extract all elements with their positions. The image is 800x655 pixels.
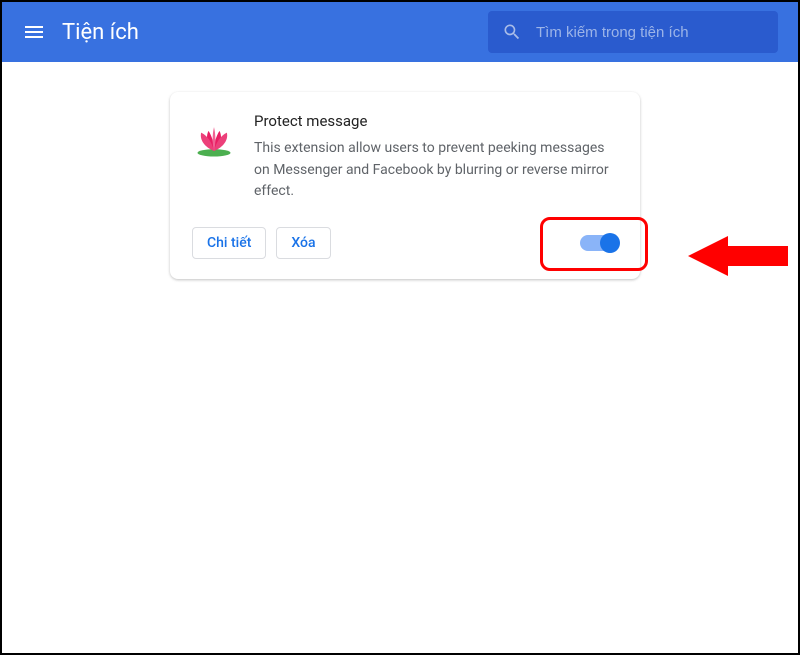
search-input[interactable] bbox=[536, 24, 764, 41]
details-button[interactable]: Chi tiết bbox=[192, 227, 266, 259]
page-title: Tiện ích bbox=[62, 20, 488, 45]
search-container[interactable] bbox=[488, 11, 778, 53]
search-icon bbox=[502, 22, 522, 42]
extension-card: Protect message This extension allow use… bbox=[170, 92, 640, 279]
menu-icon[interactable] bbox=[22, 20, 46, 44]
card-actions: Chi tiết Xóa bbox=[192, 227, 618, 259]
content-area: Protect message This extension allow use… bbox=[2, 62, 798, 279]
remove-button[interactable]: Xóa bbox=[276, 227, 330, 259]
extension-name: Protect message bbox=[254, 112, 618, 130]
lotus-icon bbox=[192, 118, 236, 162]
card-top: Protect message This extension allow use… bbox=[192, 112, 618, 203]
annotation-arrow-icon bbox=[688, 231, 788, 285]
extension-info: Protect message This extension allow use… bbox=[254, 112, 618, 203]
toggle-knob bbox=[600, 233, 620, 253]
enable-toggle[interactable] bbox=[580, 235, 618, 251]
toggle-container bbox=[580, 235, 618, 251]
extension-description: This extension allow users to prevent pe… bbox=[254, 138, 618, 203]
app-header: Tiện ích bbox=[2, 2, 798, 62]
